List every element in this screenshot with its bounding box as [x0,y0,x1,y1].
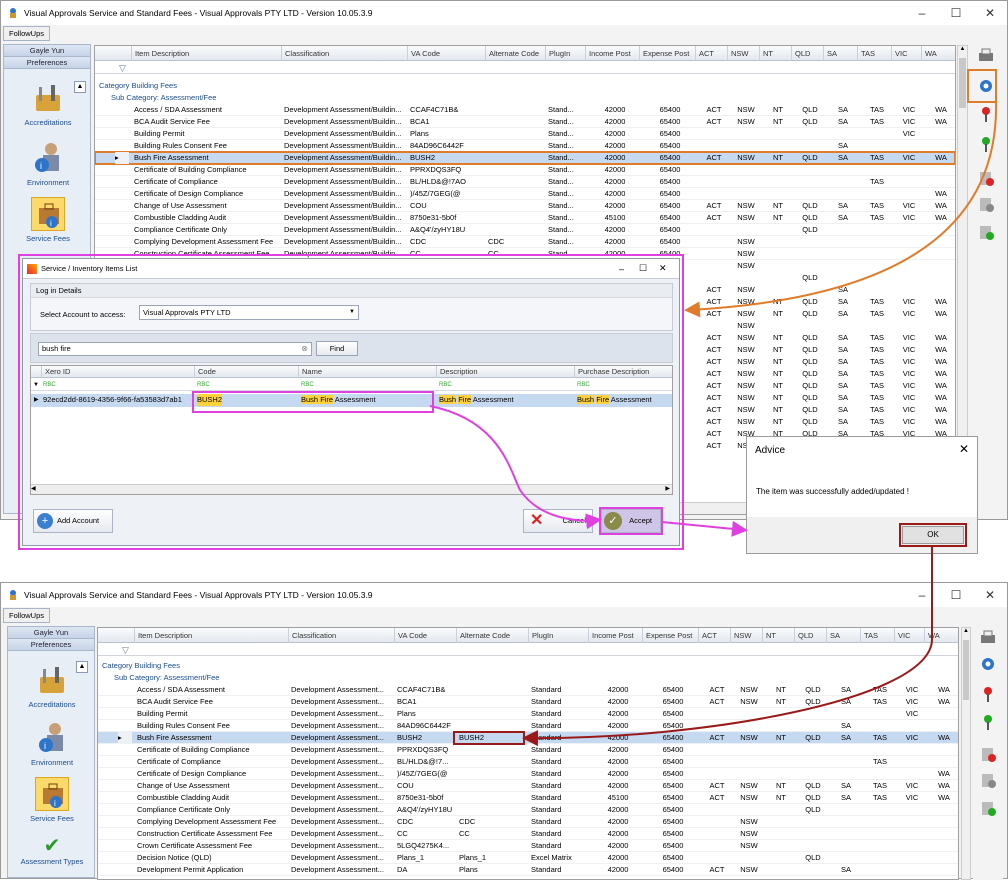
magenta-arrow-to-advice [661,520,748,537]
orange-arrow [684,99,998,318]
darkred-arrow [522,546,933,747]
annotation-arrows [429,99,998,747]
magenta-arrow-to-accept [429,405,602,530]
